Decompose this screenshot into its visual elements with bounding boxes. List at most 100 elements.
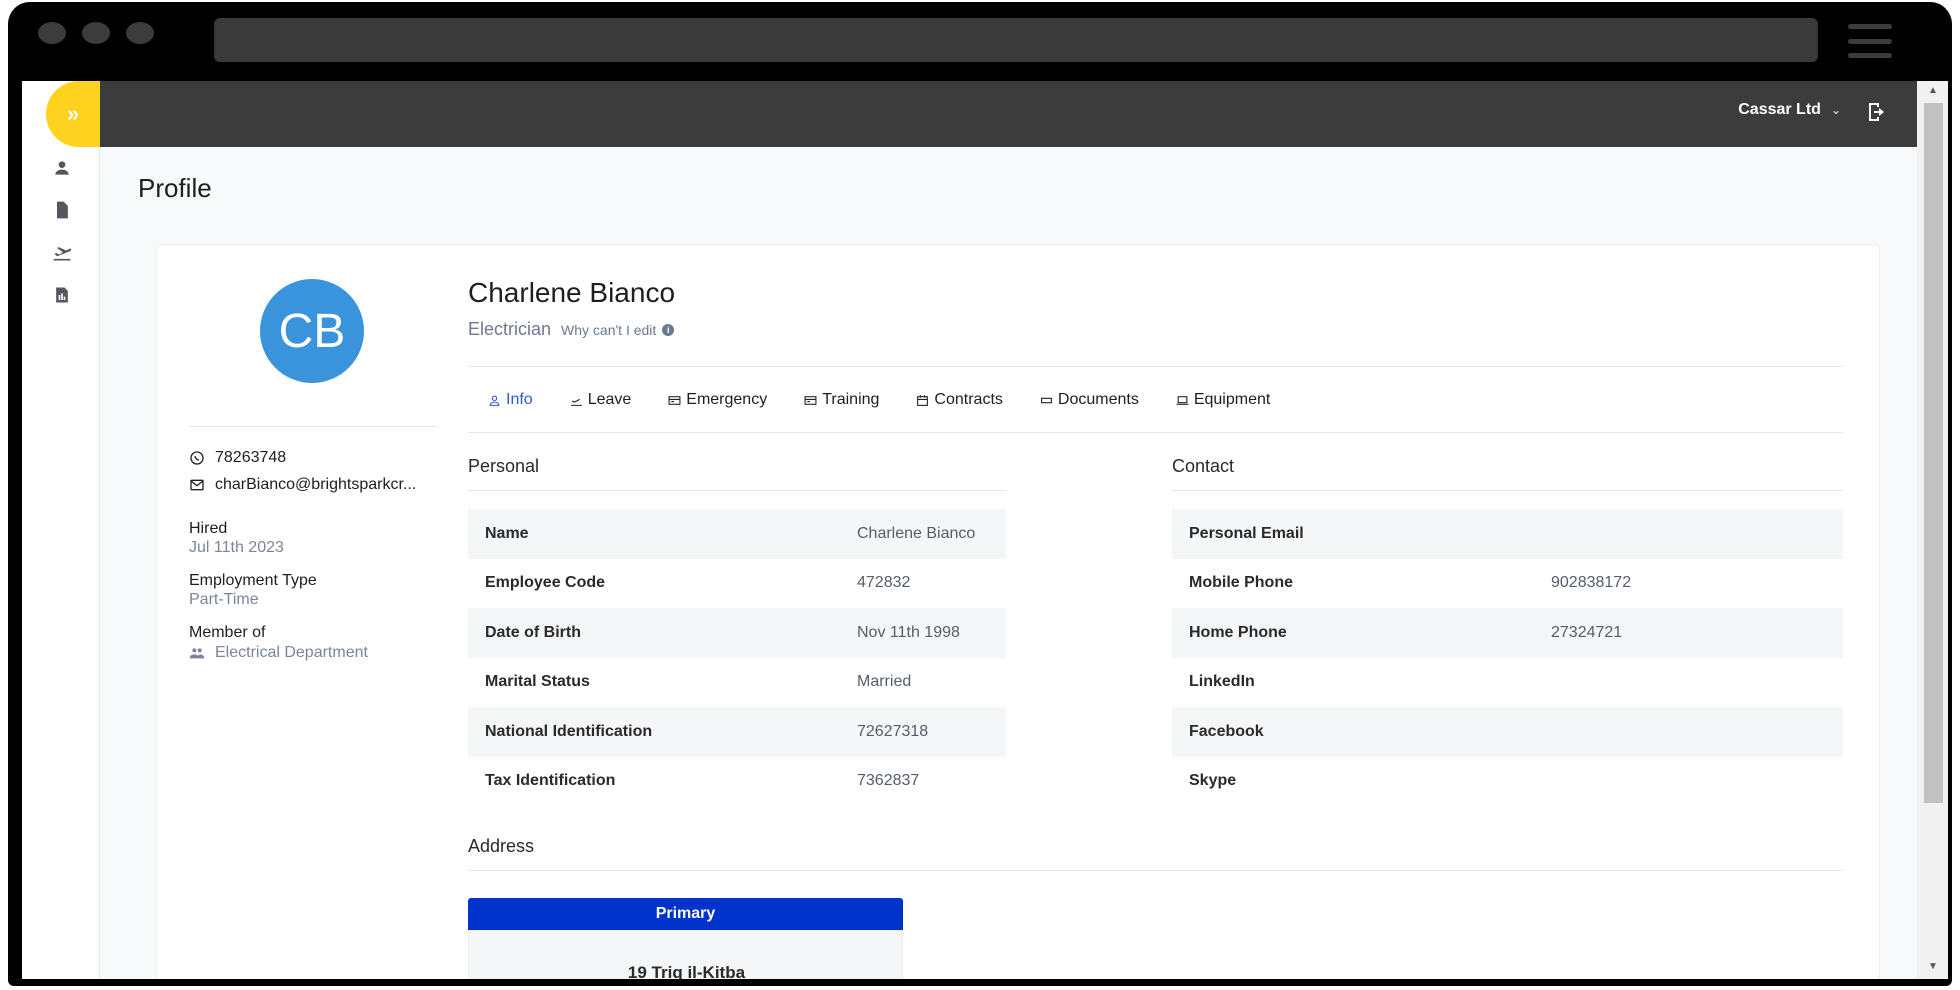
field-value: Married [857, 673, 912, 691]
tab-label: Info [506, 391, 533, 408]
close-window-dot[interactable] [38, 22, 66, 44]
contact-table: Personal Email Mobile Phone 902838172 Hom… [1172, 509, 1843, 806]
table-row: Employee Code 472832 [468, 559, 1006, 609]
company-name: Cassar Ltd [1738, 101, 1821, 118]
sidebar: » [22, 81, 100, 979]
id-card-icon [668, 395, 681, 405]
table-row: Mobile Phone 902838172 [1172, 559, 1843, 609]
role-text: Electrician [468, 319, 552, 339]
tab-leave[interactable]: Leave [570, 391, 632, 409]
logout-icon[interactable] [1865, 100, 1891, 126]
browser-menu-icon[interactable] [1848, 24, 1892, 58]
hired-value: Jul 11th 2023 [189, 539, 284, 556]
profile-tabs: Info Leave Emergency Training Contracts [488, 391, 1270, 409]
mail-icon [190, 479, 204, 491]
tab-equipment[interactable]: Equipment [1176, 391, 1271, 409]
employee-name: Charlene Bianco [468, 277, 676, 308]
address-card[interactable]: 19 Triq il-Kitba [468, 930, 903, 979]
why-cant-edit-link[interactable]: Why can't I edit i [561, 322, 675, 338]
tab-contracts[interactable]: Contracts [916, 391, 1003, 409]
field-label: Employee Code [485, 574, 606, 592]
field-value: 27324721 [1551, 623, 1623, 641]
field-value: 902838172 [1551, 574, 1632, 592]
tab-label: Documents [1057, 391, 1139, 408]
field-value: Nov 11th 1998 [857, 623, 960, 641]
table-row: Skype [1172, 757, 1843, 807]
company-selector[interactable]: Cassar Ltd ⌄ [1738, 101, 1841, 119]
person-icon[interactable] [50, 156, 74, 180]
email-contact[interactable]: charBianco@brightsparkcr... [189, 476, 416, 494]
divider [468, 870, 1843, 871]
table-row: Tax Identification 7362837 [468, 757, 1006, 807]
tab-emergency[interactable]: Emergency [668, 391, 767, 409]
person-outline-icon [489, 395, 500, 406]
address-bar[interactable] [214, 18, 1818, 62]
report-icon[interactable] [50, 283, 74, 307]
tab-label: Contracts [934, 391, 1003, 408]
field-label: Marital Status [485, 673, 590, 691]
field-label: Mobile Phone [1189, 574, 1293, 592]
whatsapp-icon [190, 451, 204, 465]
expand-sidebar-icon[interactable]: » [46, 81, 100, 147]
employee-role: Electrician Why can't I edit i [468, 319, 675, 340]
divider [468, 432, 1843, 433]
address-line: 19 Triq il-Kitba [627, 963, 746, 979]
table-row: Home Phone 27324721 [1172, 608, 1843, 658]
employment-type-label: Employment Type [189, 572, 317, 589]
table-row: Name Charlene Bianco [468, 509, 1006, 559]
laptop-icon [1176, 395, 1189, 405]
divider [468, 490, 1006, 491]
table-row: Facebook [1172, 707, 1843, 757]
table-row: National Identification 72627318 [468, 707, 1006, 757]
chevron-down-icon: ⌄ [1830, 103, 1841, 117]
page-title: Profile [138, 173, 212, 203]
plane-takeoff-icon [570, 398, 582, 406]
avatar: CB [260, 279, 364, 383]
field-label: National Identification [485, 722, 653, 740]
phone-number: 78263748 [215, 449, 287, 466]
tab-label: Emergency [686, 391, 768, 408]
field-label: Date of Birth [485, 623, 581, 641]
field-value: 72627318 [857, 722, 929, 740]
document-icon[interactable] [50, 198, 74, 222]
field-label: Home Phone [1189, 623, 1287, 641]
contact-section-title: Contact [1172, 456, 1235, 476]
phone-contact: 78263748 [189, 449, 286, 467]
browser-frame: » Cassar Ltd ⌄ ▲ ▼ Profile CB 78263748 c… [8, 2, 1952, 986]
scrollbar[interactable]: ▲ ▼ [1917, 81, 1948, 979]
tab-label: Leave [587, 391, 632, 408]
folder-icon [1040, 397, 1052, 403]
table-row: Marital Status Married [468, 658, 1006, 708]
field-value: 7362837 [857, 772, 920, 790]
member-of-label: Member of [189, 624, 266, 641]
calendar-icon [917, 394, 929, 406]
top-bar: Cassar Ltd ⌄ [100, 81, 1917, 147]
divider [189, 426, 437, 427]
field-label: Tax Identification [485, 772, 616, 790]
tab-documents[interactable]: Documents [1040, 391, 1139, 409]
tab-info[interactable]: Info [488, 391, 533, 409]
primary-address-header: Primary [468, 898, 903, 930]
tab-label: Training [822, 391, 880, 408]
tab-training[interactable]: Training [804, 391, 879, 409]
tab-label: Equipment [1193, 391, 1271, 408]
minimize-window-dot[interactable] [82, 22, 110, 44]
table-row: LinkedIn [1172, 658, 1843, 708]
id-card-icon [804, 395, 817, 405]
field-label: LinkedIn [1189, 673, 1255, 691]
maximize-window-dot[interactable] [126, 22, 154, 44]
why-cant-edit-text: Why can't I edit [561, 322, 657, 338]
scroll-down-icon[interactable]: ▼ [1925, 961, 1941, 975]
field-label: Facebook [1189, 722, 1264, 740]
personal-table: Name Charlene Bianco Employee Code 472832 … [468, 509, 1006, 806]
email-address: charBianco@brightsparkcr... [215, 476, 417, 493]
scroll-up-icon[interactable]: ▲ [1925, 85, 1941, 99]
window-controls [38, 22, 154, 44]
table-row: Personal Email [1172, 509, 1843, 559]
scroll-thumb[interactable] [1924, 103, 1943, 803]
field-label: Personal Email [1189, 524, 1304, 542]
profile-card: CB 78263748 charBianco@brightsparkcr... … [156, 244, 1880, 979]
divider [468, 366, 1843, 367]
department-name: Electrical Department [215, 644, 368, 661]
plane-takeoff-icon[interactable] [50, 241, 74, 265]
